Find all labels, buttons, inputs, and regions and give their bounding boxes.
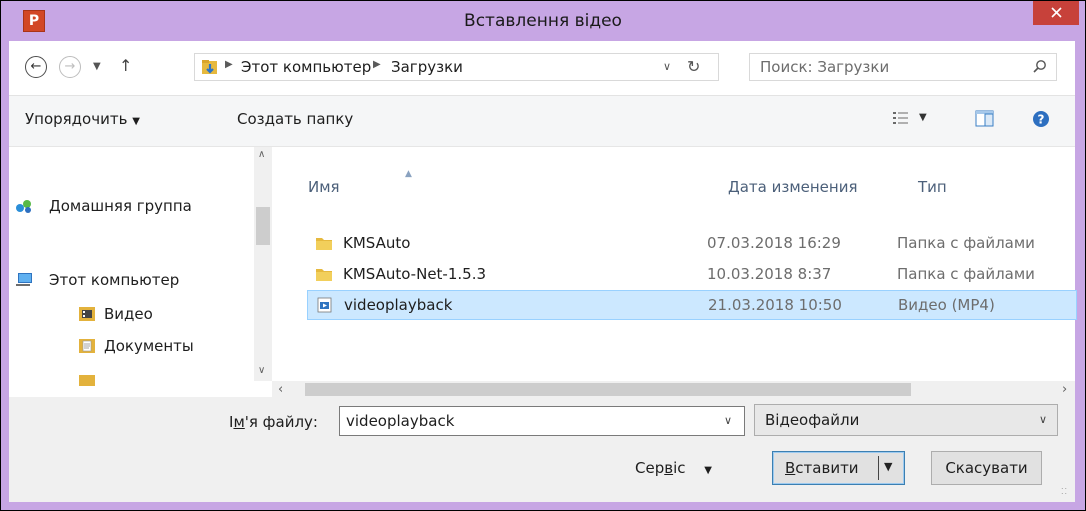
breadcrumb-separator-icon: ▶ — [225, 59, 233, 70]
organize-button[interactable]: Упорядочить ▼ — [25, 110, 140, 128]
filename-chevron-down-icon[interactable]: ∨ — [724, 414, 732, 427]
file-date: 10.03.2018 8:37 — [707, 265, 832, 283]
filetype-value: Відеофайли — [765, 411, 860, 429]
file-name: KMSAuto-Net-1.5.3 — [343, 265, 487, 283]
help-icon: ? — [1033, 111, 1049, 127]
svg-text:?: ? — [1038, 113, 1045, 127]
file-row-kmsauto-net[interactable]: KMSAuto-Net-1.5.3 10.03.2018 8:37 Папка … — [307, 260, 1086, 290]
search-placeholder: Поиск: Загрузки — [760, 58, 890, 76]
command-bar: Упорядочить ▼ Создать папку ▼ ? — [9, 95, 1075, 146]
file-date: 21.03.2018 10:50 — [708, 296, 842, 314]
search-icon — [1033, 60, 1046, 73]
file-row-kmsauto[interactable]: KMSAuto 07.03.2018 16:29 Папка с файлами — [307, 229, 1086, 259]
cancel-label: Скасувати — [945, 459, 1028, 477]
search-box[interactable]: Поиск: Загрузки — [749, 53, 1057, 81]
forward-button[interactable]: → — [59, 56, 81, 78]
view-dropdown-icon[interactable]: ▼ — [919, 112, 927, 123]
nav-item-homegroup[interactable]: Домашняя группа — [16, 197, 192, 215]
file-list: ▲ Имя Дата изменения Тип KMSAuto 07.03.2… — [287, 147, 1077, 398]
insert-button[interactable]: Вставити ▼ — [772, 451, 905, 485]
title-bar[interactable]: P Вставлення відео — [1, 1, 1085, 41]
file-name: videoplayback — [344, 296, 453, 314]
scroll-up-icon[interactable]: ∧ — [258, 149, 265, 160]
downloads-folder-icon — [202, 60, 217, 74]
navigation-pane[interactable]: Домашняя группа Этот компьютер Видео Док… — [9, 147, 254, 398]
breadcrumb-separator-icon: ▶ — [373, 59, 381, 70]
window-title: Вставлення відео — [464, 11, 622, 31]
dialog-footer: Ім'я файлу: videoplayback ∨ Відеофайли ∨… — [9, 397, 1075, 502]
cancel-button[interactable]: Скасувати — [931, 451, 1042, 485]
hscroll-thumb[interactable] — [305, 383, 911, 396]
computer-icon — [16, 273, 32, 286]
folder-icon — [79, 375, 95, 386]
refresh-icon[interactable]: ↻ — [687, 57, 700, 76]
breadcrumb-downloads[interactable]: Загрузки — [391, 58, 463, 76]
folder-icon — [316, 238, 332, 250]
file-name: KMSAuto — [343, 234, 411, 252]
resize-grip-icon[interactable]: ⁚⁚ — [1061, 487, 1068, 496]
scroll-down-icon[interactable]: ∨ — [258, 365, 265, 376]
insert-dropdown-icon[interactable]: ▼ — [884, 460, 892, 473]
back-button[interactable]: ← — [25, 56, 47, 78]
close-button[interactable] — [1033, 1, 1079, 25]
insert-video-dialog: P Вставлення відео ← → ▼ ↑ ▶ Этот компью… — [0, 0, 1086, 511]
chevron-down-icon: ▼ — [132, 116, 140, 127]
homegroup-icon — [16, 200, 31, 213]
scroll-left-icon[interactable]: ‹ — [278, 382, 283, 397]
preview-pane-button[interactable] — [975, 110, 995, 132]
split-divider — [878, 456, 879, 480]
breadcrumb-this-pc[interactable]: Этот компьютер — [241, 58, 371, 76]
nav-item-documents[interactable]: Документы — [79, 337, 194, 355]
help-button[interactable]: ? — [1032, 110, 1050, 132]
filetype-chevron-down-icon: ∨ — [1039, 413, 1048, 426]
address-history-chevron-icon[interactable]: ∨ — [663, 60, 671, 73]
close-icon — [1050, 7, 1062, 18]
nav-pane-scrollbar[interactable]: ∧ ∨ — [254, 147, 272, 381]
view-options-button[interactable] — [892, 110, 910, 130]
nav-scroll-thumb[interactable] — [256, 207, 270, 245]
dialog-client-area: ← → ▼ ↑ ▶ Этот компьютер ▶ Загрузки ∨ ↻ … — [9, 41, 1077, 502]
nav-item-videos[interactable]: Видео — [79, 305, 153, 323]
recent-locations-icon[interactable]: ▼ — [93, 61, 101, 72]
address-bar[interactable]: ▶ Этот компьютер ▶ Загрузки ∨ ↻ — [194, 53, 719, 81]
video-folder-icon — [79, 307, 95, 321]
scroll-right-icon[interactable]: › — [1062, 382, 1067, 397]
video-file-icon — [317, 297, 332, 313]
details-view-icon — [893, 112, 908, 124]
file-type: Папка с файлами — [897, 234, 1035, 252]
preview-pane-icon — [975, 110, 994, 127]
new-folder-button[interactable]: Создать папку — [237, 110, 353, 128]
documents-folder-icon — [79, 339, 95, 353]
browser-area: Домашняя группа Этот компьютер Видео Док… — [9, 146, 1077, 398]
folder-icon — [316, 269, 332, 281]
forward-arrow-icon: → — [64, 59, 76, 74]
back-arrow-icon: ← — [30, 59, 42, 74]
column-header-type[interactable]: Тип — [918, 178, 947, 196]
filename-input[interactable]: videoplayback ∨ — [339, 406, 745, 436]
column-header-name[interactable]: Имя — [308, 178, 340, 196]
address-row: ← → ▼ ↑ ▶ Этот компьютер ▶ Загрузки ∨ ↻ … — [9, 41, 1075, 95]
insert-label: Вставити — [785, 459, 859, 477]
nav-item-this-pc[interactable]: Этот компьютер — [16, 271, 179, 289]
file-date: 07.03.2018 16:29 — [707, 234, 841, 252]
file-type: Папка с файлами — [897, 265, 1035, 283]
file-type: Видео (MP4) — [898, 296, 995, 314]
file-row-videoplayback[interactable]: videoplayback 21.03.2018 10:50 Видео (MP… — [307, 290, 1077, 320]
tools-button[interactable]: Сервіс ▼ — [635, 459, 712, 477]
tools-dropdown-icon: ▼ — [704, 465, 712, 476]
column-header-date[interactable]: Дата изменения — [728, 178, 858, 196]
sort-ascending-icon: ▲ — [405, 169, 412, 179]
file-list-hscrollbar[interactable]: ‹ › — [272, 381, 1075, 398]
filename-value: videoplayback — [346, 412, 455, 430]
filetype-select[interactable]: Відеофайли ∨ — [754, 404, 1058, 436]
filename-label: Ім'я файлу: — [229, 413, 318, 431]
up-arrow-icon[interactable]: ↑ — [119, 56, 132, 75]
